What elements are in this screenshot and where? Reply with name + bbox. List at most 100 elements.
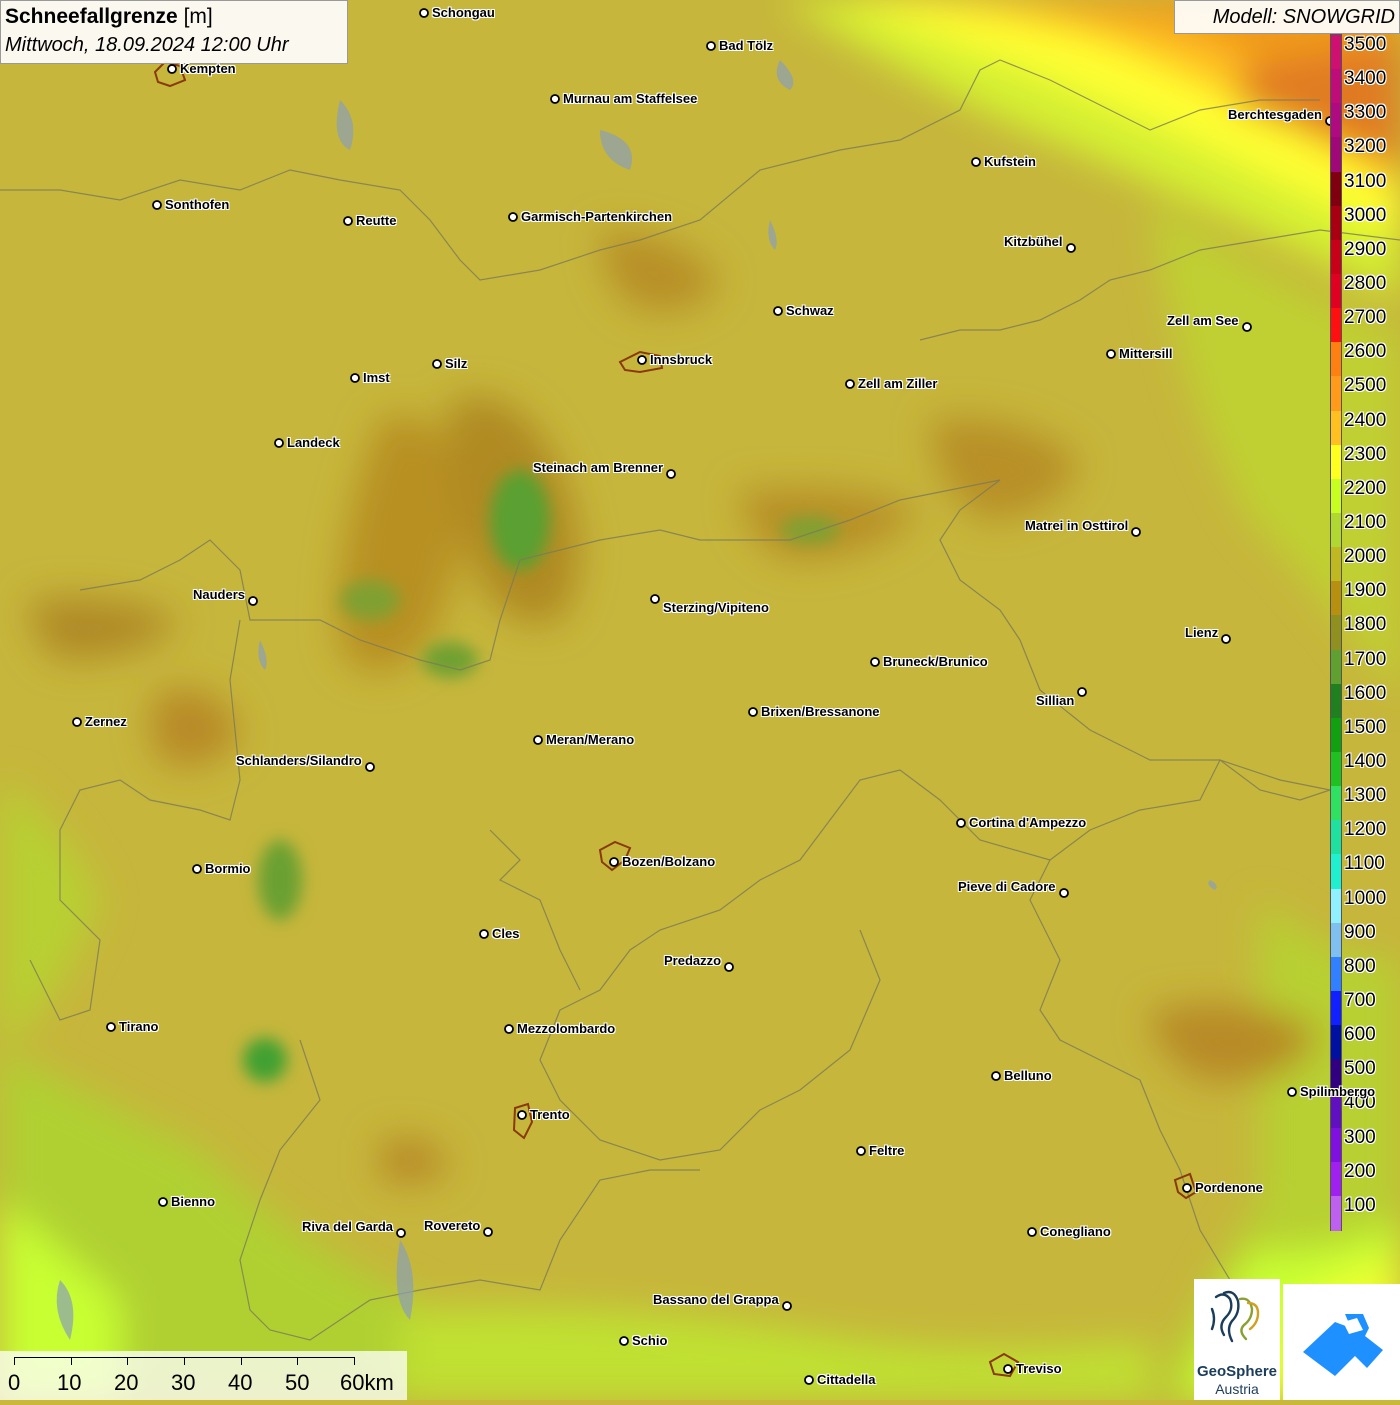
city-label[interactable]: Kempten xyxy=(180,61,236,76)
city-marker[interactable] xyxy=(706,41,716,51)
city-marker[interactable] xyxy=(365,762,375,772)
city-label[interactable]: Nauders xyxy=(193,587,245,602)
geosphere-logo[interactable]: GeoSphere Austria xyxy=(1194,1279,1280,1400)
city-label[interactable]: Berchtesgaden xyxy=(1228,107,1322,122)
city-marker[interactable] xyxy=(956,818,966,828)
city-label[interactable]: Schio xyxy=(632,1333,667,1348)
city-marker[interactable] xyxy=(1003,1364,1013,1374)
city-marker[interactable] xyxy=(1077,687,1087,697)
city-marker[interactable] xyxy=(971,157,981,167)
city-label[interactable]: Tirano xyxy=(119,1019,159,1034)
city-marker[interactable] xyxy=(248,596,258,606)
city-marker[interactable] xyxy=(432,359,442,369)
city-label[interactable]: Conegliano xyxy=(1040,1224,1111,1239)
city-marker[interactable] xyxy=(192,864,202,874)
city-marker[interactable] xyxy=(609,857,619,867)
city-marker[interactable] xyxy=(396,1228,406,1238)
city-label[interactable]: Kitzbühel xyxy=(1004,234,1063,249)
city-marker[interactable] xyxy=(1131,527,1141,537)
city-label[interactable]: Schlanders/Silandro xyxy=(236,753,362,768)
city-marker[interactable] xyxy=(637,355,647,365)
city-label[interactable]: Sonthofen xyxy=(165,197,229,212)
city-label[interactable]: Silz xyxy=(445,356,467,371)
city-label[interactable]: Spilimbergo xyxy=(1300,1084,1375,1099)
city-label[interactable]: Garmisch-Partenkirchen xyxy=(521,209,672,224)
city-marker[interactable] xyxy=(1066,243,1076,253)
city-marker[interactable] xyxy=(533,735,543,745)
city-marker[interactable] xyxy=(724,962,734,972)
city-marker[interactable] xyxy=(748,707,758,717)
city-label[interactable]: Bruneck/Brunico xyxy=(883,654,988,669)
city-label[interactable]: Bad Tölz xyxy=(719,38,773,53)
city-label[interactable]: Zell am Ziller xyxy=(858,376,937,391)
city-label[interactable]: Brixen/Bressanone xyxy=(761,704,880,719)
city-label[interactable]: Mezzolombardo xyxy=(517,1021,615,1036)
city-label[interactable]: Kufstein xyxy=(984,154,1036,169)
city-label[interactable]: Cles xyxy=(492,926,519,941)
city-marker[interactable] xyxy=(650,594,660,604)
city-label[interactable]: Reutte xyxy=(356,213,396,228)
city-label[interactable]: Zernez xyxy=(85,714,127,729)
city-label[interactable]: Sillian xyxy=(1036,693,1074,708)
city-label[interactable]: Cortina d'Ampezzo xyxy=(969,815,1086,830)
city-label[interactable]: Bozen/Bolzano xyxy=(622,854,715,869)
city-marker[interactable] xyxy=(550,94,560,104)
city-label[interactable]: Lienz xyxy=(1185,625,1218,640)
city-label[interactable]: Bassano del Grappa xyxy=(653,1292,779,1307)
city-label[interactable]: Meran/Merano xyxy=(546,732,634,747)
city-label[interactable]: Schongau xyxy=(432,5,495,20)
city-marker[interactable] xyxy=(419,8,429,18)
city-label[interactable]: Matrei in Osttirol xyxy=(1025,518,1128,533)
city-marker[interactable] xyxy=(106,1022,116,1032)
city-label[interactable]: Pordenone xyxy=(1195,1180,1263,1195)
city-marker[interactable] xyxy=(343,216,353,226)
city-label[interactable]: Belluno xyxy=(1004,1068,1052,1083)
city-marker[interactable] xyxy=(350,373,360,383)
city-label[interactable]: Cittadella xyxy=(817,1372,876,1387)
city-marker[interactable] xyxy=(666,469,676,479)
city-label[interactable]: Riva del Garda xyxy=(302,1219,393,1234)
city-label[interactable]: Steinach am Brenner xyxy=(533,460,663,475)
city-marker[interactable] xyxy=(504,1024,514,1034)
city-marker[interactable] xyxy=(167,64,177,74)
city-marker[interactable] xyxy=(508,212,518,222)
city-marker[interactable] xyxy=(1287,1087,1297,1097)
city-marker[interactable] xyxy=(1106,349,1116,359)
city-label[interactable]: Treviso xyxy=(1016,1361,1062,1376)
city-label[interactable]: Innsbruck xyxy=(650,352,712,367)
city-marker[interactable] xyxy=(1059,888,1069,898)
city-label[interactable]: Sterzing/Vipiteno xyxy=(663,600,769,615)
app-logo[interactable] xyxy=(1283,1284,1400,1400)
city-label[interactable]: Rovereto xyxy=(424,1218,480,1233)
city-marker[interactable] xyxy=(517,1110,527,1120)
city-marker[interactable] xyxy=(483,1227,493,1237)
city-marker[interactable] xyxy=(479,929,489,939)
city-marker[interactable] xyxy=(845,379,855,389)
city-marker[interactable] xyxy=(991,1071,1001,1081)
city-label[interactable]: Feltre xyxy=(869,1143,904,1158)
city-marker[interactable] xyxy=(782,1301,792,1311)
city-label[interactable]: Predazzo xyxy=(664,953,721,968)
city-marker[interactable] xyxy=(619,1336,629,1346)
city-marker[interactable] xyxy=(856,1146,866,1156)
city-label[interactable]: Zell am See xyxy=(1167,313,1239,328)
city-label[interactable]: Bormio xyxy=(205,861,251,876)
city-marker[interactable] xyxy=(1027,1227,1037,1237)
city-marker[interactable] xyxy=(1182,1183,1192,1193)
city-marker[interactable] xyxy=(1242,322,1252,332)
city-label[interactable]: Mittersill xyxy=(1119,346,1172,361)
city-label[interactable]: Schwaz xyxy=(786,303,834,318)
city-label[interactable]: Pieve di Cadore xyxy=(958,879,1056,894)
city-label[interactable]: Bienno xyxy=(171,1194,215,1209)
city-marker[interactable] xyxy=(72,717,82,727)
city-marker[interactable] xyxy=(152,200,162,210)
city-marker[interactable] xyxy=(804,1375,814,1385)
city-marker[interactable] xyxy=(274,438,284,448)
city-label[interactable]: Landeck xyxy=(287,435,340,450)
city-marker[interactable] xyxy=(870,657,880,667)
city-marker[interactable] xyxy=(158,1197,168,1207)
city-label[interactable]: Trento xyxy=(530,1107,570,1122)
city-label[interactable]: Imst xyxy=(363,370,390,385)
city-label[interactable]: Murnau am Staffelsee xyxy=(563,91,697,106)
city-marker[interactable] xyxy=(773,306,783,316)
